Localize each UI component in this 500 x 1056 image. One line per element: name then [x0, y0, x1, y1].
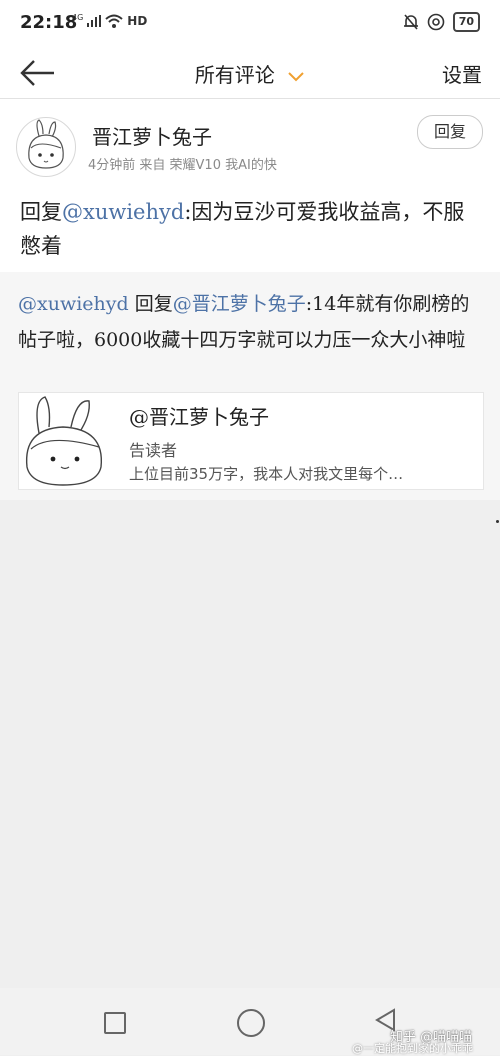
status-time: 22:18 [20, 12, 78, 33]
bunny-girl-thumbnail-icon [19, 393, 115, 489]
top-nav-bar: 所有评论 设置 [0, 48, 500, 99]
at-icon [427, 13, 444, 31]
card-excerpt: 上位目前35万字，我本人对我文里每个… [129, 465, 404, 483]
recents-square-icon[interactable] [104, 1012, 126, 1034]
battery-icon: 70 [452, 12, 480, 32]
network-label: 4G [72, 12, 84, 22]
mention-link[interactable]: @xuwiehyd [62, 200, 184, 224]
main-comment: 晋江萝卜兔子 4分钟前 来自 荣耀V10 我AI的快 回复 回复@xuwiehy… [0, 99, 500, 272]
reply-button[interactable]: 回复 [417, 115, 483, 149]
comment-author[interactable]: 晋江萝卜兔子 [92, 121, 212, 150]
status-bar: 22:18 4G HD 70 [0, 0, 500, 48]
bunny-girl-avatar-icon [28, 119, 64, 169]
reply-target-mention[interactable]: @晋江萝卜兔子 [173, 293, 306, 315]
stray-dot [496, 520, 499, 523]
reply-prefix: 回复 [20, 200, 62, 224]
avatar[interactable] [16, 117, 76, 177]
chevron-down-icon [288, 71, 304, 81]
reply-thread: @xuwiehyd 回复@晋江萝卜兔子:14年就有你刷榜的帖子啦，6000收藏十… [0, 272, 500, 500]
watermark-subtext: @一定能抱到家的小乖乖 [352, 1042, 473, 1055]
card-thumbnail [19, 393, 115, 489]
wifi-icon [105, 14, 123, 28]
page-title: 所有评论 [194, 63, 275, 87]
card-title: @晋江萝卜兔子 [129, 405, 269, 429]
comment-body: 回复@xuwiehyd:因为豆沙可爱我收益高，不服憋着 [20, 195, 480, 263]
status-left-icons: 4G HD [72, 12, 148, 28]
battery-level: 70 [458, 15, 474, 28]
reply-content: @xuwiehyd 回复@晋江萝卜兔子:14年就有你刷榜的帖子啦，6000收藏十… [18, 286, 484, 358]
link-card[interactable]: @晋江萝卜兔子 告读者 上位目前35万字，我本人对我文里每个… [18, 392, 484, 490]
status-right-icons: 70 [403, 12, 480, 32]
hd-label: HD [127, 14, 148, 28]
signal-icon [87, 15, 102, 27]
home-circle-icon[interactable] [237, 1009, 265, 1037]
settings-button[interactable]: 设置 [442, 59, 482, 88]
reply-author-mention[interactable]: @xuwiehyd [18, 293, 129, 315]
reply-word: 回复 [128, 293, 173, 315]
comment-meta: 4分钟前 来自 荣耀V10 我AI的快 [88, 158, 277, 173]
comments-filter-dropdown[interactable]: 所有评论 [0, 59, 500, 88]
card-subtitle: 告读者 [129, 441, 178, 460]
mute-bell-icon [403, 14, 418, 30]
